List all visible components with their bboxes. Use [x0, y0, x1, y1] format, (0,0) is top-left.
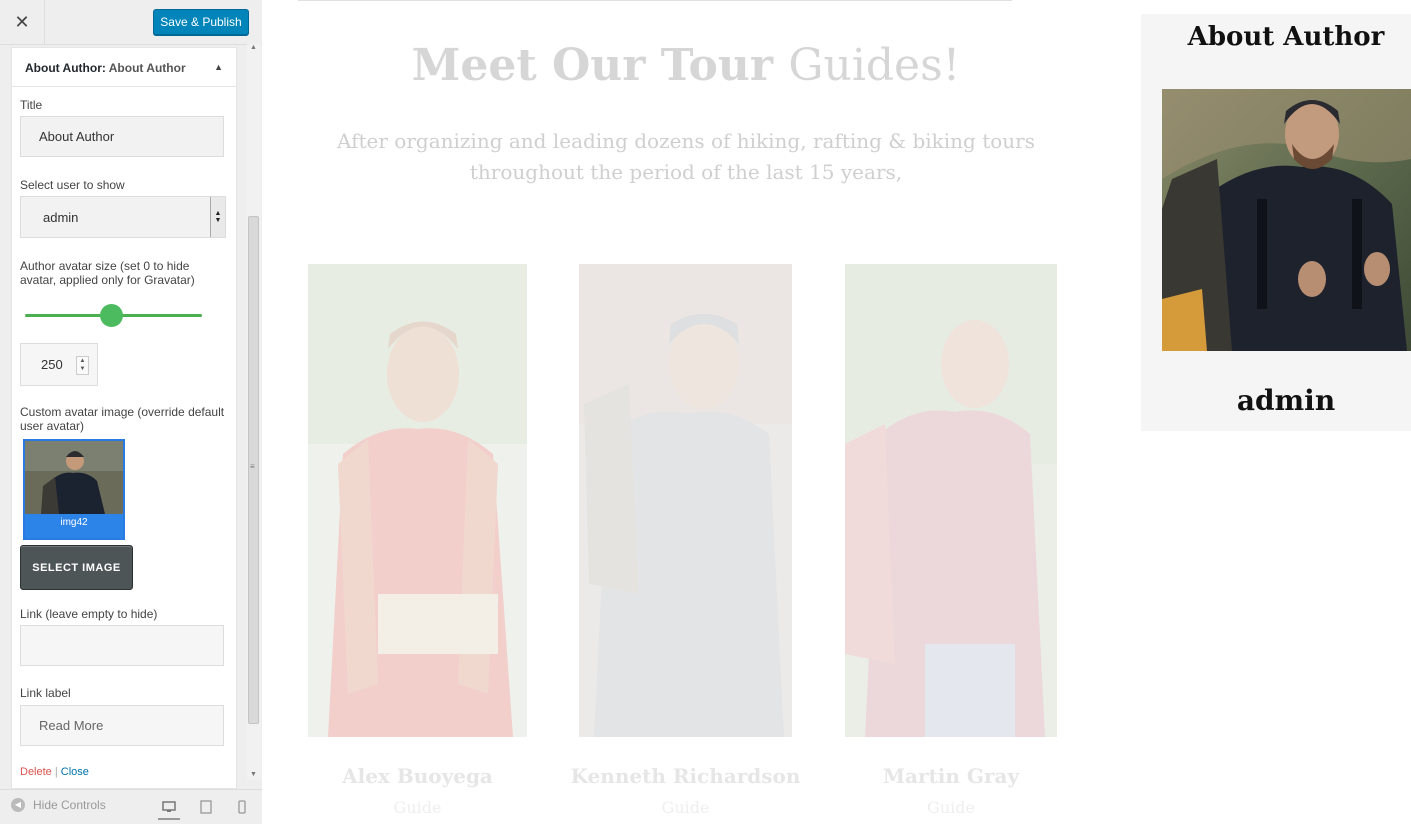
custom-avatar-label: Custom avatar image (override default us…	[20, 405, 225, 433]
hide-controls-label: Hide Controls	[33, 798, 106, 812]
save-publish-button[interactable]: Save & Publish	[153, 9, 249, 35]
avatar-filename: img42	[60, 517, 88, 528]
widget-panel: About Author: About Author ▲ Title About…	[11, 47, 237, 789]
section-subtitle: After organizing and leading dozens of h…	[337, 129, 1035, 184]
desktop-icon[interactable]	[158, 796, 180, 820]
collapse-icon: ◀	[11, 798, 25, 812]
user-select-value: admin	[43, 209, 79, 225]
tablet-icon[interactable]	[195, 796, 217, 818]
guide-photo-image	[308, 264, 527, 737]
customizer-sidebar: ✕ Save & Publish About Author: About Aut…	[0, 0, 263, 824]
guide-card-photo	[579, 264, 792, 737]
select-image-button[interactable]: SELECT IMAGE	[20, 545, 133, 590]
hide-controls-button[interactable]: ◀ Hide Controls	[11, 798, 106, 812]
guide-card-photo	[845, 264, 1057, 737]
section-heading: Meet Our Tour Guides!	[262, 40, 1110, 91]
guide-name: Martin Gray	[882, 764, 1020, 788]
customizer-header: ✕ Save & Publish	[0, 0, 262, 45]
scroll-thumb[interactable]: ≡	[248, 216, 259, 724]
customizer-footer: ◀ Hide Controls	[0, 789, 262, 824]
avatar-size-label: Author avatar size (set 0 to hide avatar…	[20, 259, 195, 287]
guide-photo-image	[579, 264, 792, 737]
user-select[interactable]: admin ▲ ▼	[20, 196, 226, 238]
title-input[interactable]: About Author	[20, 116, 224, 157]
guide-role: Guide	[393, 798, 442, 817]
guide-photo-image	[845, 264, 1057, 737]
widget-title: About Author: About Author	[25, 61, 186, 75]
widget-title-bold: About Author:	[25, 61, 106, 75]
avatar-size-slider-handle[interactable]	[100, 304, 124, 327]
chevron-down-icon[interactable]: ▲ ▼	[210, 197, 225, 237]
site-preview: Meet Our Tour Guides! After organizing a…	[262, 0, 1411, 824]
avatar-image	[25, 441, 123, 514]
delete-link[interactable]: Delete	[20, 766, 52, 778]
close-icon: ✕	[14, 11, 30, 32]
guide-name: Kenneth Richardson	[570, 764, 801, 788]
author-widget-title: About Author	[1187, 22, 1385, 52]
widget-header[interactable]: About Author: About Author ▲	[12, 48, 236, 87]
link-input[interactable]	[20, 625, 224, 666]
hiker-thumbnail-icon	[25, 441, 123, 514]
guide-name: Alex Buoyega	[342, 764, 493, 788]
heading-bold: Meet Our Tour	[411, 40, 789, 91]
guide-role: Guide	[661, 798, 710, 817]
guide-card-photo	[308, 264, 527, 737]
author-avatar	[1162, 89, 1411, 351]
author-name: admin	[1236, 384, 1336, 417]
heading-light: Guides!	[788, 40, 961, 91]
close-customizer-button[interactable]: ✕	[0, 0, 45, 44]
top-divider	[298, 0, 1012, 1]
avatar-thumbnail[interactable]: img42	[23, 439, 125, 540]
sidebar-scrollbar[interactable]: ▲ ≡ ▼	[247, 44, 261, 780]
about-author-widget: About Author admin	[1141, 14, 1411, 431]
collapse-arrow-icon[interactable]: ▲	[214, 62, 223, 72]
widget-actions: Delete | Close	[20, 766, 89, 778]
guide-role: Guide	[927, 798, 975, 817]
close-link[interactable]: Close	[61, 766, 89, 778]
mobile-icon[interactable]	[231, 796, 253, 818]
action-separator: |	[51, 766, 61, 778]
user-select-label: Select user to show	[20, 178, 125, 192]
number-spinner-icon[interactable]: ▲ ▼	[76, 356, 89, 375]
scroll-down-icon[interactable]: ▼	[250, 771, 257, 778]
link-label: Link (leave empty to hide)	[20, 607, 158, 621]
scroll-grip-icon: ≡	[250, 462, 255, 471]
scroll-up-icon[interactable]: ▲	[250, 44, 257, 51]
title-label: Title	[20, 98, 43, 112]
widget-title-sub: About Author	[105, 61, 186, 75]
link-label-title: Link label	[20, 686, 71, 700]
avatar-size-input[interactable]: 250 ▲ ▼	[20, 343, 98, 386]
hiker-portrait-icon	[1162, 89, 1411, 351]
avatar-size-value: 250	[41, 357, 63, 372]
link-label-input[interactable]: Read More	[20, 705, 224, 746]
